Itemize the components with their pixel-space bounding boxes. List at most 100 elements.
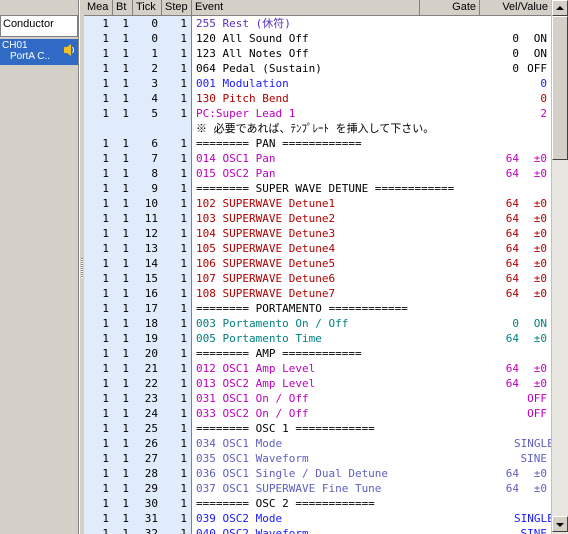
cell-vel[interactable]: ±0 [514, 256, 547, 271]
cell-mea[interactable]: 1 [84, 16, 113, 31]
scroll-thumb[interactable] [552, 16, 568, 160]
table-row[interactable]: 1 1 0 1 120 All Sound Off 0 ON [84, 31, 551, 46]
cell-bt[interactable]: 1 [113, 271, 133, 286]
cell-tick[interactable]: 4 [133, 91, 162, 106]
cell-bt[interactable]: 1 [113, 466, 133, 481]
cell-vel[interactable]: ±0 [514, 361, 547, 376]
cell-gate[interactable]: 64 [479, 361, 519, 376]
cell-event[interactable]: 003 Portamento On / Off [196, 316, 348, 331]
cell-bt[interactable]: 1 [113, 166, 133, 181]
cell-step[interactable]: 1 [162, 166, 192, 181]
cell-tick[interactable]: 23 [133, 391, 162, 406]
cell-event[interactable]: 015 OSC2 Pan [196, 166, 275, 181]
cell-bt[interactable]: 1 [113, 316, 133, 331]
cell-step[interactable]: 1 [162, 211, 192, 226]
cell-event[interactable]: 012 OSC1 Amp Level [196, 361, 315, 376]
cell-mea[interactable]: 1 [84, 376, 113, 391]
cell-bt[interactable]: 1 [113, 511, 133, 526]
cell-step[interactable]: 1 [162, 226, 192, 241]
cell-bt[interactable]: 1 [113, 196, 133, 211]
col-step-header[interactable]: Step [162, 0, 192, 15]
cell-event[interactable]: 031 OSC1 On / Off [196, 391, 309, 406]
cell-event[interactable]: 035 OSC1 Waveform [196, 451, 309, 466]
table-row[interactable]: 1 1 9 1 ======== SUPER WAVE DETUNE =========… [84, 181, 551, 196]
cell-mea[interactable]: 1 [84, 316, 113, 331]
table-row[interactable]: 1 1 14 1 106 SUPERWAVE Detune5 64 ±0 [84, 256, 551, 271]
cell-gate[interactable]: 64 [479, 226, 519, 241]
table-row[interactable]: 1 1 31 1 039 OSC2 Mode SINGLE [84, 511, 551, 526]
table-row[interactable]: 1 1 21 1 012 OSC1 Amp Level 64 ±0 [84, 361, 551, 376]
table-row[interactable]: 1 1 7 1 014 OSC1 Pan 64 ±0 [84, 151, 551, 166]
cell-mea[interactable]: 1 [84, 241, 113, 256]
cell-mea[interactable]: 1 [84, 466, 113, 481]
cell-step[interactable]: 1 [162, 76, 192, 91]
table-row[interactable]: 1 1 3 1 001 Modulation 0 [84, 76, 551, 91]
table-row[interactable]: 1 1 19 1 005 Portamento Time 64 ±0 [84, 331, 551, 346]
cell-tick[interactable]: 26 [133, 436, 162, 451]
cell-bt[interactable]: 1 [113, 286, 133, 301]
cell-mea[interactable]: 1 [84, 271, 113, 286]
cell-bt[interactable]: 1 [113, 211, 133, 226]
cell-gate[interactable]: 64 [479, 241, 519, 256]
cell-vel[interactable]: ±0 [514, 241, 547, 256]
col-bt-header[interactable]: Bt [113, 0, 133, 15]
scroll-down-button[interactable] [552, 516, 568, 532]
cell-mea[interactable]: 1 [84, 196, 113, 211]
cell-mea[interactable]: 1 [84, 256, 113, 271]
cell-vel[interactable]: ON [514, 316, 547, 331]
cell-bt[interactable]: 1 [113, 331, 133, 346]
cell-mea[interactable]: 1 [84, 451, 113, 466]
cell-mea[interactable]: 1 [84, 31, 113, 46]
cell-tick[interactable]: 7 [133, 151, 162, 166]
cell-tick[interactable]: 10 [133, 196, 162, 211]
cell-step[interactable]: 1 [162, 346, 192, 361]
cell-step[interactable]: 1 [162, 271, 192, 286]
col-gate-header[interactable]: Gate [420, 0, 480, 15]
cell-tick[interactable] [133, 121, 162, 136]
cell-event[interactable]: ======== PORTAMENTO ============ [196, 301, 408, 316]
cell-vel[interactable]: OFF [514, 391, 547, 406]
cell-vel[interactable]: ON [514, 46, 547, 61]
cell-step[interactable]: 1 [162, 241, 192, 256]
cell-bt[interactable]: 1 [113, 46, 133, 61]
cell-mea[interactable]: 1 [84, 301, 113, 316]
cell-vel[interactable]: ±0 [514, 151, 547, 166]
table-row[interactable]: 1 1 17 1 ======== PORTAMENTO ============ [84, 301, 551, 316]
cell-tick[interactable]: 21 [133, 361, 162, 376]
cell-bt[interactable]: 1 [113, 91, 133, 106]
cell-gate[interactable]: 64 [479, 271, 519, 286]
cell-event[interactable]: 123 All Notes Off [196, 46, 309, 61]
table-row[interactable]: 1 1 13 1 105 SUPERWAVE Detune4 64 ±0 [84, 241, 551, 256]
table-row[interactable]: 1 1 23 1 031 OSC1 On / Off OFF [84, 391, 551, 406]
table-row[interactable]: 1 1 29 1 037 OSC1 SUPERWAVE Fine Tune 64 ±0 [84, 481, 551, 496]
cell-vel[interactable]: OFF [514, 406, 547, 421]
cell-bt[interactable]: 1 [113, 361, 133, 376]
cell-mea[interactable]: 1 [84, 226, 113, 241]
cell-event[interactable]: ※ 必要であれば、ﾃﾝﾌﾟﾚｰﾄ を挿入して下さい。 [196, 121, 434, 136]
cell-mea[interactable]: 1 [84, 436, 113, 451]
cell-gate[interactable]: 64 [479, 466, 519, 481]
cell-vel[interactable]: ±0 [514, 466, 547, 481]
table-row[interactable]: 1 1 2 1 064 Pedal (Sustain) 0 OFF [84, 61, 551, 76]
table-row[interactable]: 1 1 10 1 102 SUPERWAVE Detune1 64 ±0 [84, 196, 551, 211]
cell-tick[interactable]: 11 [133, 211, 162, 226]
cell-vel[interactable]: ±0 [514, 271, 547, 286]
cell-vel[interactable]: OFF [514, 61, 547, 76]
cell-vel[interactable]: ±0 [514, 196, 547, 211]
cell-vel[interactable]: 2 [514, 106, 547, 121]
cell-bt[interactable]: 1 [113, 256, 133, 271]
cell-tick[interactable]: 9 [133, 181, 162, 196]
cell-step[interactable]: 1 [162, 301, 192, 316]
cell-vel[interactable]: ±0 [514, 481, 547, 496]
cell-event[interactable]: 036 OSC1 Single / Dual Detune [196, 466, 388, 481]
cell-step[interactable]: 1 [162, 91, 192, 106]
cell-event[interactable]: ======== SUPER WAVE DETUNE ============ [196, 181, 454, 196]
table-row[interactable]: 1 1 27 1 035 OSC1 Waveform SINE [84, 451, 551, 466]
cell-step[interactable]: 1 [162, 46, 192, 61]
cell-tick[interactable]: 29 [133, 481, 162, 496]
cell-event[interactable]: ======== AMP ============ [196, 346, 362, 361]
table-row[interactable]: 1 1 15 1 107 SUPERWAVE Detune6 64 ±0 [84, 271, 551, 286]
cell-step[interactable]: 1 [162, 196, 192, 211]
table-row[interactable]: 1 1 12 1 104 SUPERWAVE Detune3 64 ±0 [84, 226, 551, 241]
cell-step[interactable]: 1 [162, 466, 192, 481]
